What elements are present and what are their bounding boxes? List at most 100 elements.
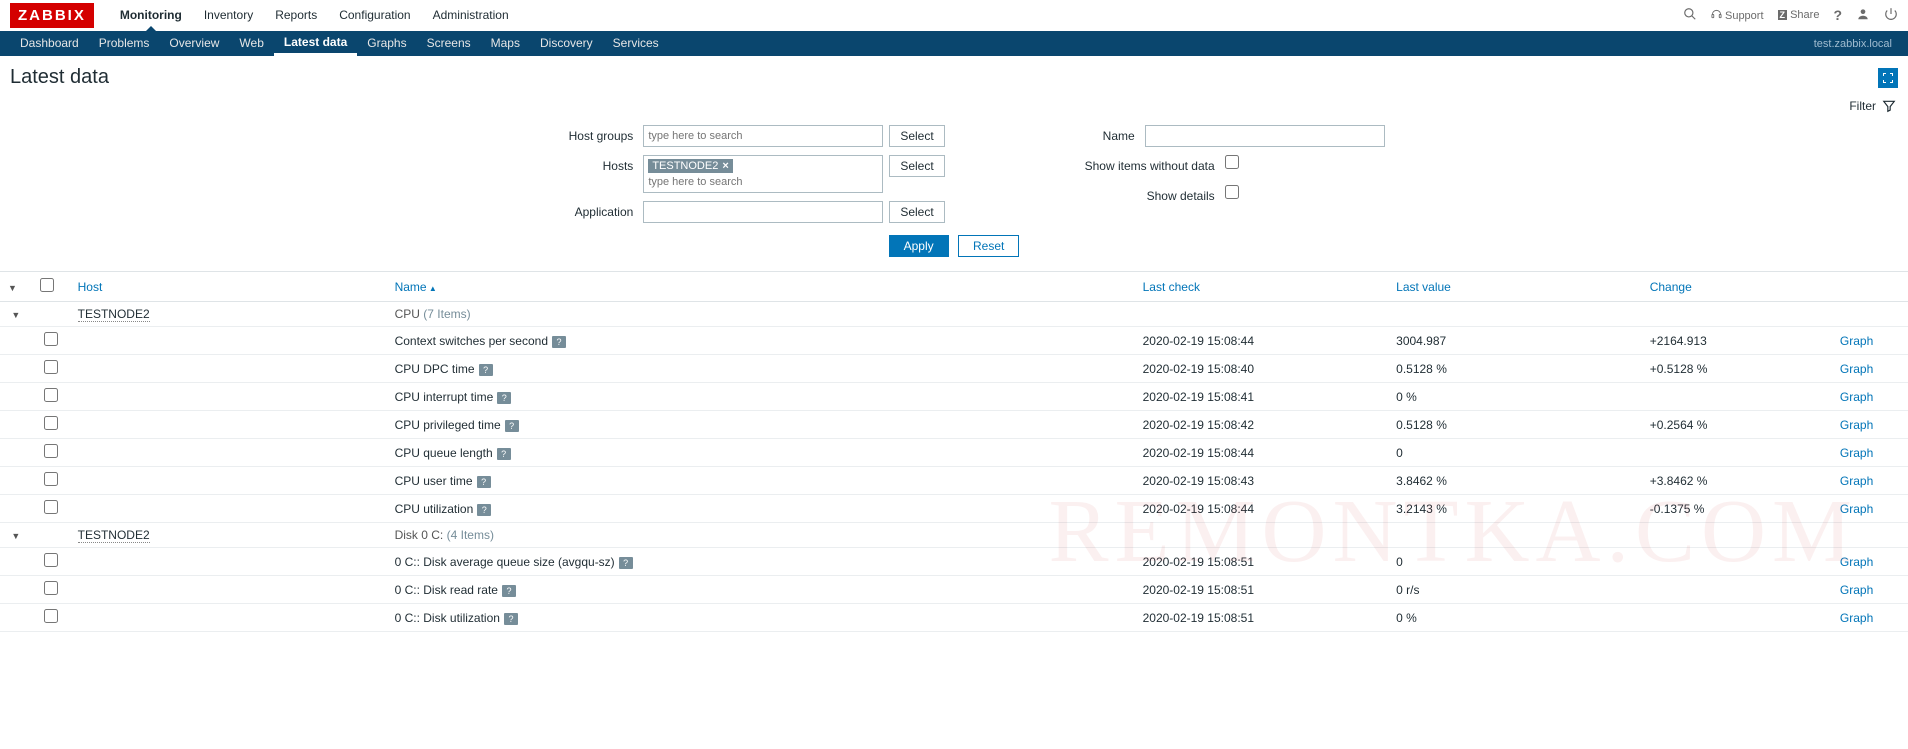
share-link[interactable]: Z Share [1778, 9, 1820, 21]
col-host[interactable]: Host [78, 280, 103, 294]
remove-tag-icon[interactable]: × [722, 160, 728, 172]
app-name: CPU [395, 307, 420, 321]
help-icon[interactable]: ? [502, 585, 516, 597]
graph-link[interactable]: Graph [1840, 611, 1873, 625]
row-checkbox[interactable] [44, 500, 58, 514]
last-check: 2020-02-19 15:08:40 [1135, 355, 1389, 383]
help-icon[interactable]: ? [619, 557, 633, 569]
help-icon[interactable]: ? [505, 420, 519, 432]
help-icon[interactable]: ? [1833, 7, 1842, 23]
row-checkbox[interactable] [44, 553, 58, 567]
collapse-all-icon[interactable]: ▼ [8, 283, 17, 293]
hostgroups-select-button[interactable]: Select [889, 125, 944, 147]
subnav-overview[interactable]: Overview [159, 31, 229, 56]
subnav-dashboard[interactable]: Dashboard [10, 31, 89, 56]
page-title: Latest data [10, 66, 109, 89]
subnav-problems[interactable]: Problems [89, 31, 160, 56]
row-checkbox[interactable] [44, 360, 58, 374]
col-name[interactable]: Name [395, 280, 437, 294]
details-checkbox[interactable] [1225, 185, 1239, 199]
topnav-inventory[interactable]: Inventory [193, 0, 264, 31]
graph-link[interactable]: Graph [1840, 446, 1873, 460]
graph-link[interactable]: Graph [1840, 362, 1873, 376]
item-count: (4 Items) [447, 528, 494, 542]
graph-link[interactable]: Graph [1840, 555, 1873, 569]
row-checkbox[interactable] [44, 388, 58, 402]
graph-link[interactable]: Graph [1840, 390, 1873, 404]
col-value[interactable]: Last value [1396, 280, 1451, 294]
host-name[interactable]: TESTNODE2 [78, 307, 150, 322]
table-row: 0 C:: Disk read rate?2020-02-19 15:08:51… [0, 576, 1908, 604]
fullscreen-button[interactable] [1878, 68, 1898, 88]
application-input[interactable] [643, 201, 883, 223]
logo: ZABBIX [10, 3, 94, 28]
last-check: 2020-02-19 15:08:44 [1135, 327, 1389, 355]
col-check[interactable]: Last check [1143, 280, 1200, 294]
help-icon[interactable]: ? [552, 336, 566, 348]
row-checkbox[interactable] [44, 581, 58, 595]
last-check: 2020-02-19 15:08:42 [1135, 411, 1389, 439]
support-link[interactable]: Support [1711, 9, 1764, 22]
help-icon[interactable]: ? [479, 364, 493, 376]
reset-button[interactable]: Reset [958, 235, 1019, 257]
item-name: 0 C:: Disk utilization [395, 611, 500, 625]
group-toggle-icon[interactable]: ▼ [11, 310, 20, 320]
help-icon[interactable]: ? [477, 476, 491, 488]
server-name: test.zabbix.local [1814, 38, 1898, 50]
subnav-screens[interactable]: Screens [417, 31, 481, 56]
power-icon[interactable] [1884, 7, 1898, 24]
table-row: CPU privileged time?2020-02-19 15:08:420… [0, 411, 1908, 439]
subnav-discovery[interactable]: Discovery [530, 31, 603, 56]
topnav-monitoring[interactable]: Monitoring [109, 0, 193, 31]
graph-link[interactable]: Graph [1840, 334, 1873, 348]
row-checkbox[interactable] [44, 472, 58, 486]
help-icon[interactable]: ? [497, 392, 511, 404]
help-icon[interactable]: ? [497, 448, 511, 460]
row-checkbox[interactable] [44, 609, 58, 623]
hostgroups-input[interactable] [643, 125, 883, 147]
row-checkbox[interactable] [44, 416, 58, 430]
filter-toggle[interactable]: Filter [0, 95, 1908, 117]
without-data-checkbox[interactable] [1225, 155, 1239, 169]
subnav-services[interactable]: Services [603, 31, 669, 56]
last-value: 0 r/s [1388, 576, 1642, 604]
host-name[interactable]: TESTNODE2 [78, 528, 150, 543]
item-name: 0 C:: Disk average queue size (avgqu-sz) [395, 555, 615, 569]
row-checkbox[interactable] [44, 332, 58, 346]
col-change[interactable]: Change [1650, 280, 1692, 294]
graph-link[interactable]: Graph [1840, 418, 1873, 432]
row-checkbox[interactable] [44, 444, 58, 458]
last-check: 2020-02-19 15:08:41 [1135, 383, 1389, 411]
topnav-configuration[interactable]: Configuration [328, 0, 421, 31]
graph-link[interactable]: Graph [1840, 474, 1873, 488]
last-value: 3004.987 [1388, 327, 1642, 355]
application-select-button[interactable]: Select [889, 201, 944, 223]
help-icon[interactable]: ? [477, 504, 491, 516]
change [1642, 576, 1832, 604]
graph-link[interactable]: Graph [1840, 502, 1873, 516]
user-icon[interactable] [1856, 7, 1870, 24]
hosts-input[interactable]: TESTNODE2× [643, 155, 883, 193]
group-toggle-icon[interactable]: ▼ [11, 531, 20, 541]
subnav-graphs[interactable]: Graphs [357, 31, 416, 56]
graph-link[interactable]: Graph [1840, 583, 1873, 597]
subnav-latest-data[interactable]: Latest data [274, 31, 357, 56]
table-row: Context switches per second?2020-02-19 1… [0, 327, 1908, 355]
host-tag[interactable]: TESTNODE2× [648, 159, 732, 173]
subnav-maps[interactable]: Maps [481, 31, 530, 56]
change [1642, 439, 1832, 467]
last-check: 2020-02-19 15:08:44 [1135, 439, 1389, 467]
last-value: 0 [1388, 548, 1642, 576]
help-icon[interactable]: ? [504, 613, 518, 625]
apply-button[interactable]: Apply [889, 235, 949, 257]
change: +0.5128 % [1642, 355, 1832, 383]
last-check: 2020-02-19 15:08:44 [1135, 495, 1389, 523]
topnav-administration[interactable]: Administration [422, 0, 520, 31]
search-icon[interactable] [1683, 7, 1697, 24]
topnav-reports[interactable]: Reports [264, 0, 328, 31]
select-all-checkbox[interactable] [40, 278, 54, 292]
hosts-select-button[interactable]: Select [889, 155, 944, 177]
subnav-web[interactable]: Web [229, 31, 273, 56]
change: +0.2564 % [1642, 411, 1832, 439]
name-input[interactable] [1145, 125, 1385, 147]
